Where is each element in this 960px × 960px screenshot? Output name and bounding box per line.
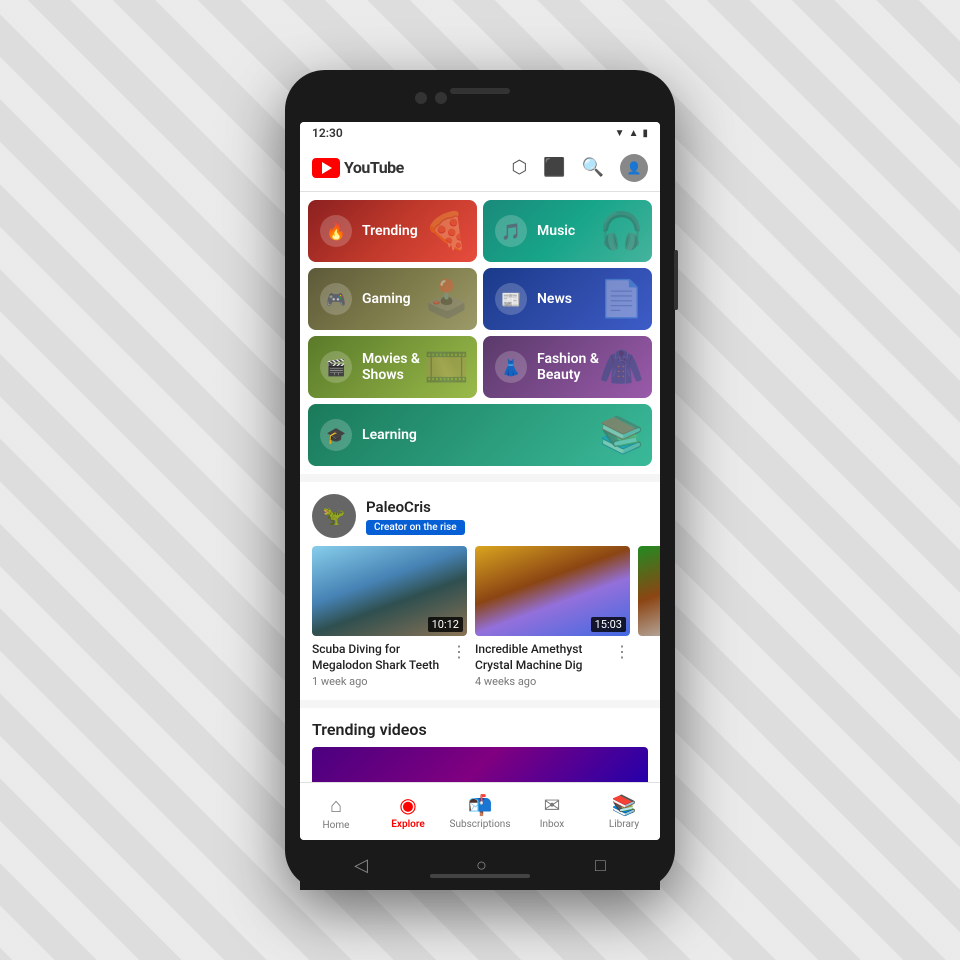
youtube-logo: YouTube: [312, 158, 404, 178]
fashion-icon: 👗: [495, 351, 527, 383]
wifi-icon: ▼: [615, 128, 625, 139]
video-card-2[interactable]: 15:03 Incredible Amethyst Crystal Machin…: [475, 546, 630, 688]
camera2: [435, 92, 447, 104]
library-icon: 📚: [612, 793, 637, 817]
status-icons: ▼ ▲ ▮: [615, 128, 648, 139]
creator-name: PaleoCris: [366, 498, 465, 516]
category-trending[interactable]: 🔥 Trending 🍕: [308, 200, 477, 262]
yt-text: YouTube: [344, 158, 404, 177]
yt-icon: [312, 158, 340, 178]
movies-label: Movies & Shows: [362, 351, 465, 383]
music-deco: 🎧: [599, 210, 644, 252]
creator-section: 🦖 PaleoCris Creator on the rise 10:12: [300, 482, 660, 700]
video-title-2: Incredible Amethyst Crystal Machine Dig: [475, 642, 610, 673]
trending-section: Trending videos: [300, 708, 660, 782]
inbox-label: Inbox: [540, 819, 564, 830]
status-bar: 12:30 ▼ ▲ ▮: [300, 122, 660, 144]
video-text-2: Incredible Amethyst Crystal Machine Dig …: [475, 642, 610, 688]
videos-row: 10:12 Scuba Diving for Megalodon Shark T…: [300, 546, 660, 700]
camera-icon[interactable]: ⬛: [543, 157, 565, 178]
category-movies[interactable]: 🎬 Movies & Shows 🎞️: [308, 336, 477, 398]
learning-icon: 🎓: [320, 419, 352, 451]
creator-info: PaleoCris Creator on the rise: [366, 498, 465, 535]
screen: 12:30 ▼ ▲ ▮ YouTube ⬡ ⬛ 🔍 👤: [300, 122, 660, 840]
video-more-1[interactable]: ⋮: [451, 642, 467, 661]
cast-icon[interactable]: ⬡: [511, 157, 527, 178]
gaming-icon: 🎮: [320, 283, 352, 315]
back-button[interactable]: ◁: [354, 855, 368, 876]
trending-icon: 🔥: [320, 215, 352, 247]
nav-item-library[interactable]: 📚 Library: [588, 793, 660, 830]
video-info-1: Scuba Diving for Megalodon Shark Teeth 1…: [312, 642, 467, 688]
video-duration-1: 10:12: [428, 617, 463, 632]
search-icon[interactable]: 🔍: [582, 157, 604, 178]
status-time: 12:30: [312, 126, 343, 140]
video-thumb-3: [638, 546, 660, 636]
avatar[interactable]: 👤: [620, 154, 648, 182]
explore-label: Explore: [391, 819, 424, 830]
nav-item-inbox[interactable]: ✉ Inbox: [516, 793, 588, 830]
home-label: Home: [323, 820, 350, 831]
categories-grid: 🔥 Trending 🍕 🎵 Music 🎧 🎮 Gaming 🕹️: [300, 192, 660, 474]
content-area: 🔥 Trending 🍕 🎵 Music 🎧 🎮 Gaming 🕹️: [300, 192, 660, 782]
video-title-1: Scuba Diving for Megalodon Shark Teeth: [312, 642, 447, 673]
explore-icon: ◉: [399, 793, 416, 817]
video-more-2[interactable]: ⋮: [614, 642, 630, 661]
music-icon: 🎵: [495, 215, 527, 247]
home-button[interactable]: ○: [476, 855, 487, 876]
app-header: YouTube ⬡ ⬛ 🔍 👤: [300, 144, 660, 192]
video-meta-1: 1 week ago: [312, 675, 447, 688]
category-music[interactable]: 🎵 Music 🎧: [483, 200, 652, 262]
creator-header: 🦖 PaleoCris Creator on the rise: [300, 482, 660, 546]
subscriptions-icon: 📬: [468, 793, 493, 817]
creator-avatar[interactable]: 🦖: [312, 494, 356, 538]
movies-icon: 🎬: [320, 351, 352, 383]
library-label: Library: [609, 819, 639, 830]
signal-icon: ▲: [629, 128, 639, 139]
learning-deco: 📚: [599, 414, 644, 456]
nav-item-subscriptions[interactable]: 📬 Subscriptions: [444, 793, 516, 830]
category-gaming[interactable]: 🎮 Gaming 🕹️: [308, 268, 477, 330]
nav-item-home[interactable]: ⌂ Home: [300, 793, 372, 831]
video-card-1[interactable]: 10:12 Scuba Diving for Megalodon Shark T…: [312, 546, 467, 688]
category-fashion[interactable]: 👗 Fashion & Beauty 🧥: [483, 336, 652, 398]
side-button: [674, 250, 678, 310]
news-label: News: [537, 291, 572, 307]
android-nav: ◁ ○ □: [300, 840, 660, 890]
bottom-nav: ⌂ Home ◉ Explore 📬 Subscriptions ✉ Inbox…: [300, 782, 660, 840]
nav-item-explore[interactable]: ◉ Explore: [372, 793, 444, 830]
gaming-deco: 🕹️: [424, 278, 469, 320]
subscriptions-label: Subscriptions: [450, 819, 511, 830]
video-duration-2: 15:03: [591, 617, 626, 632]
trending-title: Trending videos: [312, 720, 648, 739]
creator-badge: Creator on the rise: [366, 520, 465, 535]
trending-preview: [312, 747, 648, 782]
category-news[interactable]: 📰 News 📄: [483, 268, 652, 330]
header-actions: ⬡ ⬛ 🔍 👤: [511, 154, 648, 182]
yt-play-triangle: [322, 162, 332, 174]
video-thumb-2: 15:03: [475, 546, 630, 636]
fashion-label: Fashion & Beauty: [537, 351, 640, 383]
video-meta-2: 4 weeks ago: [475, 675, 610, 688]
trending-label: Trending: [362, 223, 418, 239]
speaker: [450, 88, 510, 94]
video-text-1: Scuba Diving for Megalodon Shark Teeth 1…: [312, 642, 447, 688]
home-bar: [430, 874, 530, 878]
music-label: Music: [537, 223, 575, 239]
gaming-label: Gaming: [362, 291, 411, 307]
home-icon: ⌂: [330, 793, 342, 818]
recents-button[interactable]: □: [595, 855, 606, 876]
inbox-icon: ✉: [544, 793, 561, 817]
news-icon: 📰: [495, 283, 527, 315]
category-learning[interactable]: 🎓 Learning 📚: [308, 404, 652, 466]
video-info-2: Incredible Amethyst Crystal Machine Dig …: [475, 642, 630, 688]
battery-icon: ▮: [642, 128, 648, 139]
learning-label: Learning: [362, 427, 417, 443]
camera: [415, 92, 427, 104]
video-thumb-1: 10:12: [312, 546, 467, 636]
phone-shell: 12:30 ▼ ▲ ▮ YouTube ⬡ ⬛ 🔍 👤: [285, 70, 675, 890]
trending-deco: 🍕: [424, 210, 469, 252]
video-card-3[interactable]: [638, 546, 660, 688]
news-deco: 📄: [599, 278, 644, 320]
